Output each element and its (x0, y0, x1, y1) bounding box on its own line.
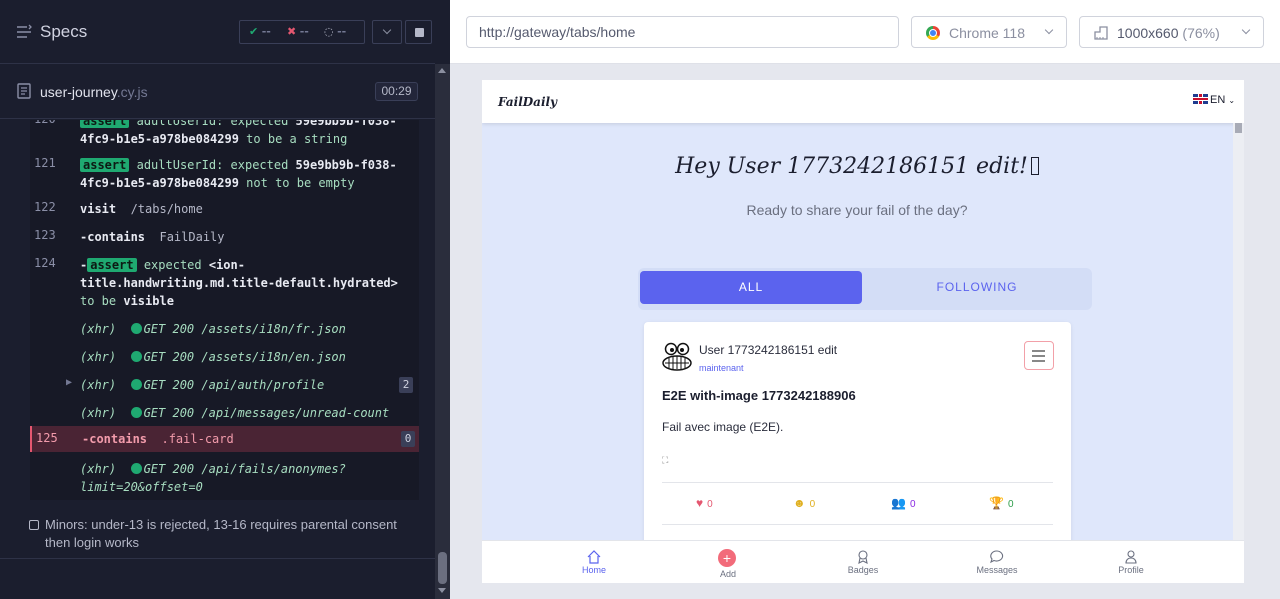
trophy-reaction[interactable]: 🏆 0 (989, 496, 1014, 510)
ruler-icon (1094, 26, 1108, 40)
badge-icon (858, 550, 868, 564)
app-logo: FailDaily (498, 95, 558, 109)
specs-bar: Specs ✔ -- ✖ -- ◌ -- (0, 0, 435, 64)
tab-all[interactable]: ALL (640, 271, 862, 304)
tab-badges[interactable]: Badges (823, 541, 903, 583)
chevron-down-icon (382, 25, 392, 35)
status-dot-icon (130, 463, 142, 474)
chrome-icon (926, 26, 940, 40)
tab-messages[interactable]: Messages (957, 541, 1037, 583)
greeting-subtitle: Ready to share your fail of the day? (746, 202, 968, 218)
spec-filename: user-journey.cy.js (40, 84, 148, 100)
runner-scrollbar[interactable] (435, 64, 450, 599)
tab-profile[interactable]: Profile (1091, 541, 1171, 583)
card-menu-button[interactable] (1024, 341, 1054, 370)
command-log: 120 assert adultUserId: expected 59e9bb9… (30, 120, 419, 500)
request-count-badge: 2 (399, 377, 413, 393)
avatar (662, 342, 692, 371)
app-scrollbar[interactable] (1233, 123, 1244, 540)
heart-icon: ♥ (696, 496, 704, 510)
chevron-down-icon (1241, 25, 1251, 35)
divider (0, 558, 435, 559)
chat-icon (990, 550, 1004, 564)
pending-stat: ◌ -- (324, 25, 347, 38)
app-header: FailDaily EN ⌄ (482, 80, 1244, 123)
test-status-icon (29, 520, 39, 530)
divider (662, 482, 1053, 483)
spec-duration: 00:29 (375, 82, 418, 101)
fail-card[interactable]: User 1773242186151 edit maintenant E2E w… (644, 322, 1071, 552)
post-text: Fail avec image (E2E). (662, 420, 784, 434)
menu-icon (1032, 350, 1045, 352)
post-title: E2E with-image 1773242188906 (662, 388, 856, 403)
uk-flag-icon (1193, 94, 1208, 104)
log-row-125-failing[interactable]: 125 -contains .fail-card 0 (30, 426, 419, 452)
expand-caret-icon[interactable]: ▶ (66, 377, 72, 388)
expand-image-icon[interactable]: ⛶ (662, 455, 672, 465)
app-under-test: FailDaily EN ⌄ Hey User 1773242186151 ed… (482, 80, 1244, 583)
post-time: maintenant (699, 363, 744, 373)
divider (662, 524, 1053, 525)
stop-button[interactable] (405, 20, 432, 44)
support-reaction[interactable]: 👥 0 (891, 496, 916, 510)
post-author[interactable]: User 1773242186151 edit (699, 343, 837, 357)
browser-selector[interactable]: Chrome 118 (911, 16, 1067, 48)
spec-header: user-journey.cy.js 00:29 (0, 65, 435, 119)
trophy-icon: 🏆 (989, 496, 1004, 510)
person-icon (1125, 550, 1137, 564)
laugh-reaction[interactable]: ☻ 0 (793, 496, 815, 510)
collapse-button[interactable] (372, 20, 402, 44)
specs-title[interactable]: Specs (40, 22, 87, 42)
url-bar[interactable]: http://gateway/tabs/home (466, 16, 899, 48)
bottom-tab-bar: Home + Add Badges Messages Profile (482, 540, 1244, 583)
status-dot-icon (130, 379, 142, 390)
scrollbar-thumb[interactable] (438, 552, 447, 584)
tab-home[interactable]: Home (554, 541, 634, 583)
failed-stat: ✖ -- (287, 25, 309, 38)
specs-menu-icon[interactable] (16, 24, 32, 40)
viewport-selector[interactable]: 1000x660 (76%) (1079, 16, 1264, 48)
feed-tabs: ALL FOLLOWING (638, 268, 1092, 310)
tab-add[interactable]: + Add (688, 541, 768, 583)
greeting-title: Hey User 1773242186151 edit! (482, 154, 1232, 179)
stop-icon (415, 28, 424, 37)
cypress-runner-panel: Specs ✔ -- ✖ -- ◌ -- user-journey.cy.js … (0, 0, 450, 599)
test-stats: ✔ -- ✖ -- ◌ -- (239, 20, 365, 44)
file-icon (17, 83, 31, 99)
aut-toolbar: http://gateway/tabs/home Chrome 118 1000… (450, 0, 1280, 64)
heart-reaction[interactable]: ♥ 0 (696, 496, 713, 510)
plus-icon: + (718, 549, 736, 567)
people-icon: 👥 (891, 496, 906, 510)
emoji-placeholder-icon (1030, 157, 1039, 175)
chevron-down-icon (1044, 25, 1054, 35)
status-dot-icon (130, 407, 142, 418)
home-icon (587, 550, 601, 564)
language-selector[interactable]: EN ⌄ (1193, 94, 1235, 106)
tab-following[interactable]: FOLLOWING (864, 271, 1090, 304)
element-count-badge: 0 (401, 431, 415, 447)
scrollbar-thumb[interactable] (1235, 123, 1242, 133)
passed-stat: ✔ -- (249, 25, 271, 38)
scroll-down-icon[interactable] (438, 588, 446, 593)
aut-panel: http://gateway/tabs/home Chrome 118 1000… (450, 0, 1280, 599)
scroll-up-icon[interactable] (438, 68, 446, 73)
status-dot-icon (130, 323, 142, 334)
status-dot-icon (130, 351, 142, 362)
laugh-icon: ☻ (793, 496, 806, 510)
